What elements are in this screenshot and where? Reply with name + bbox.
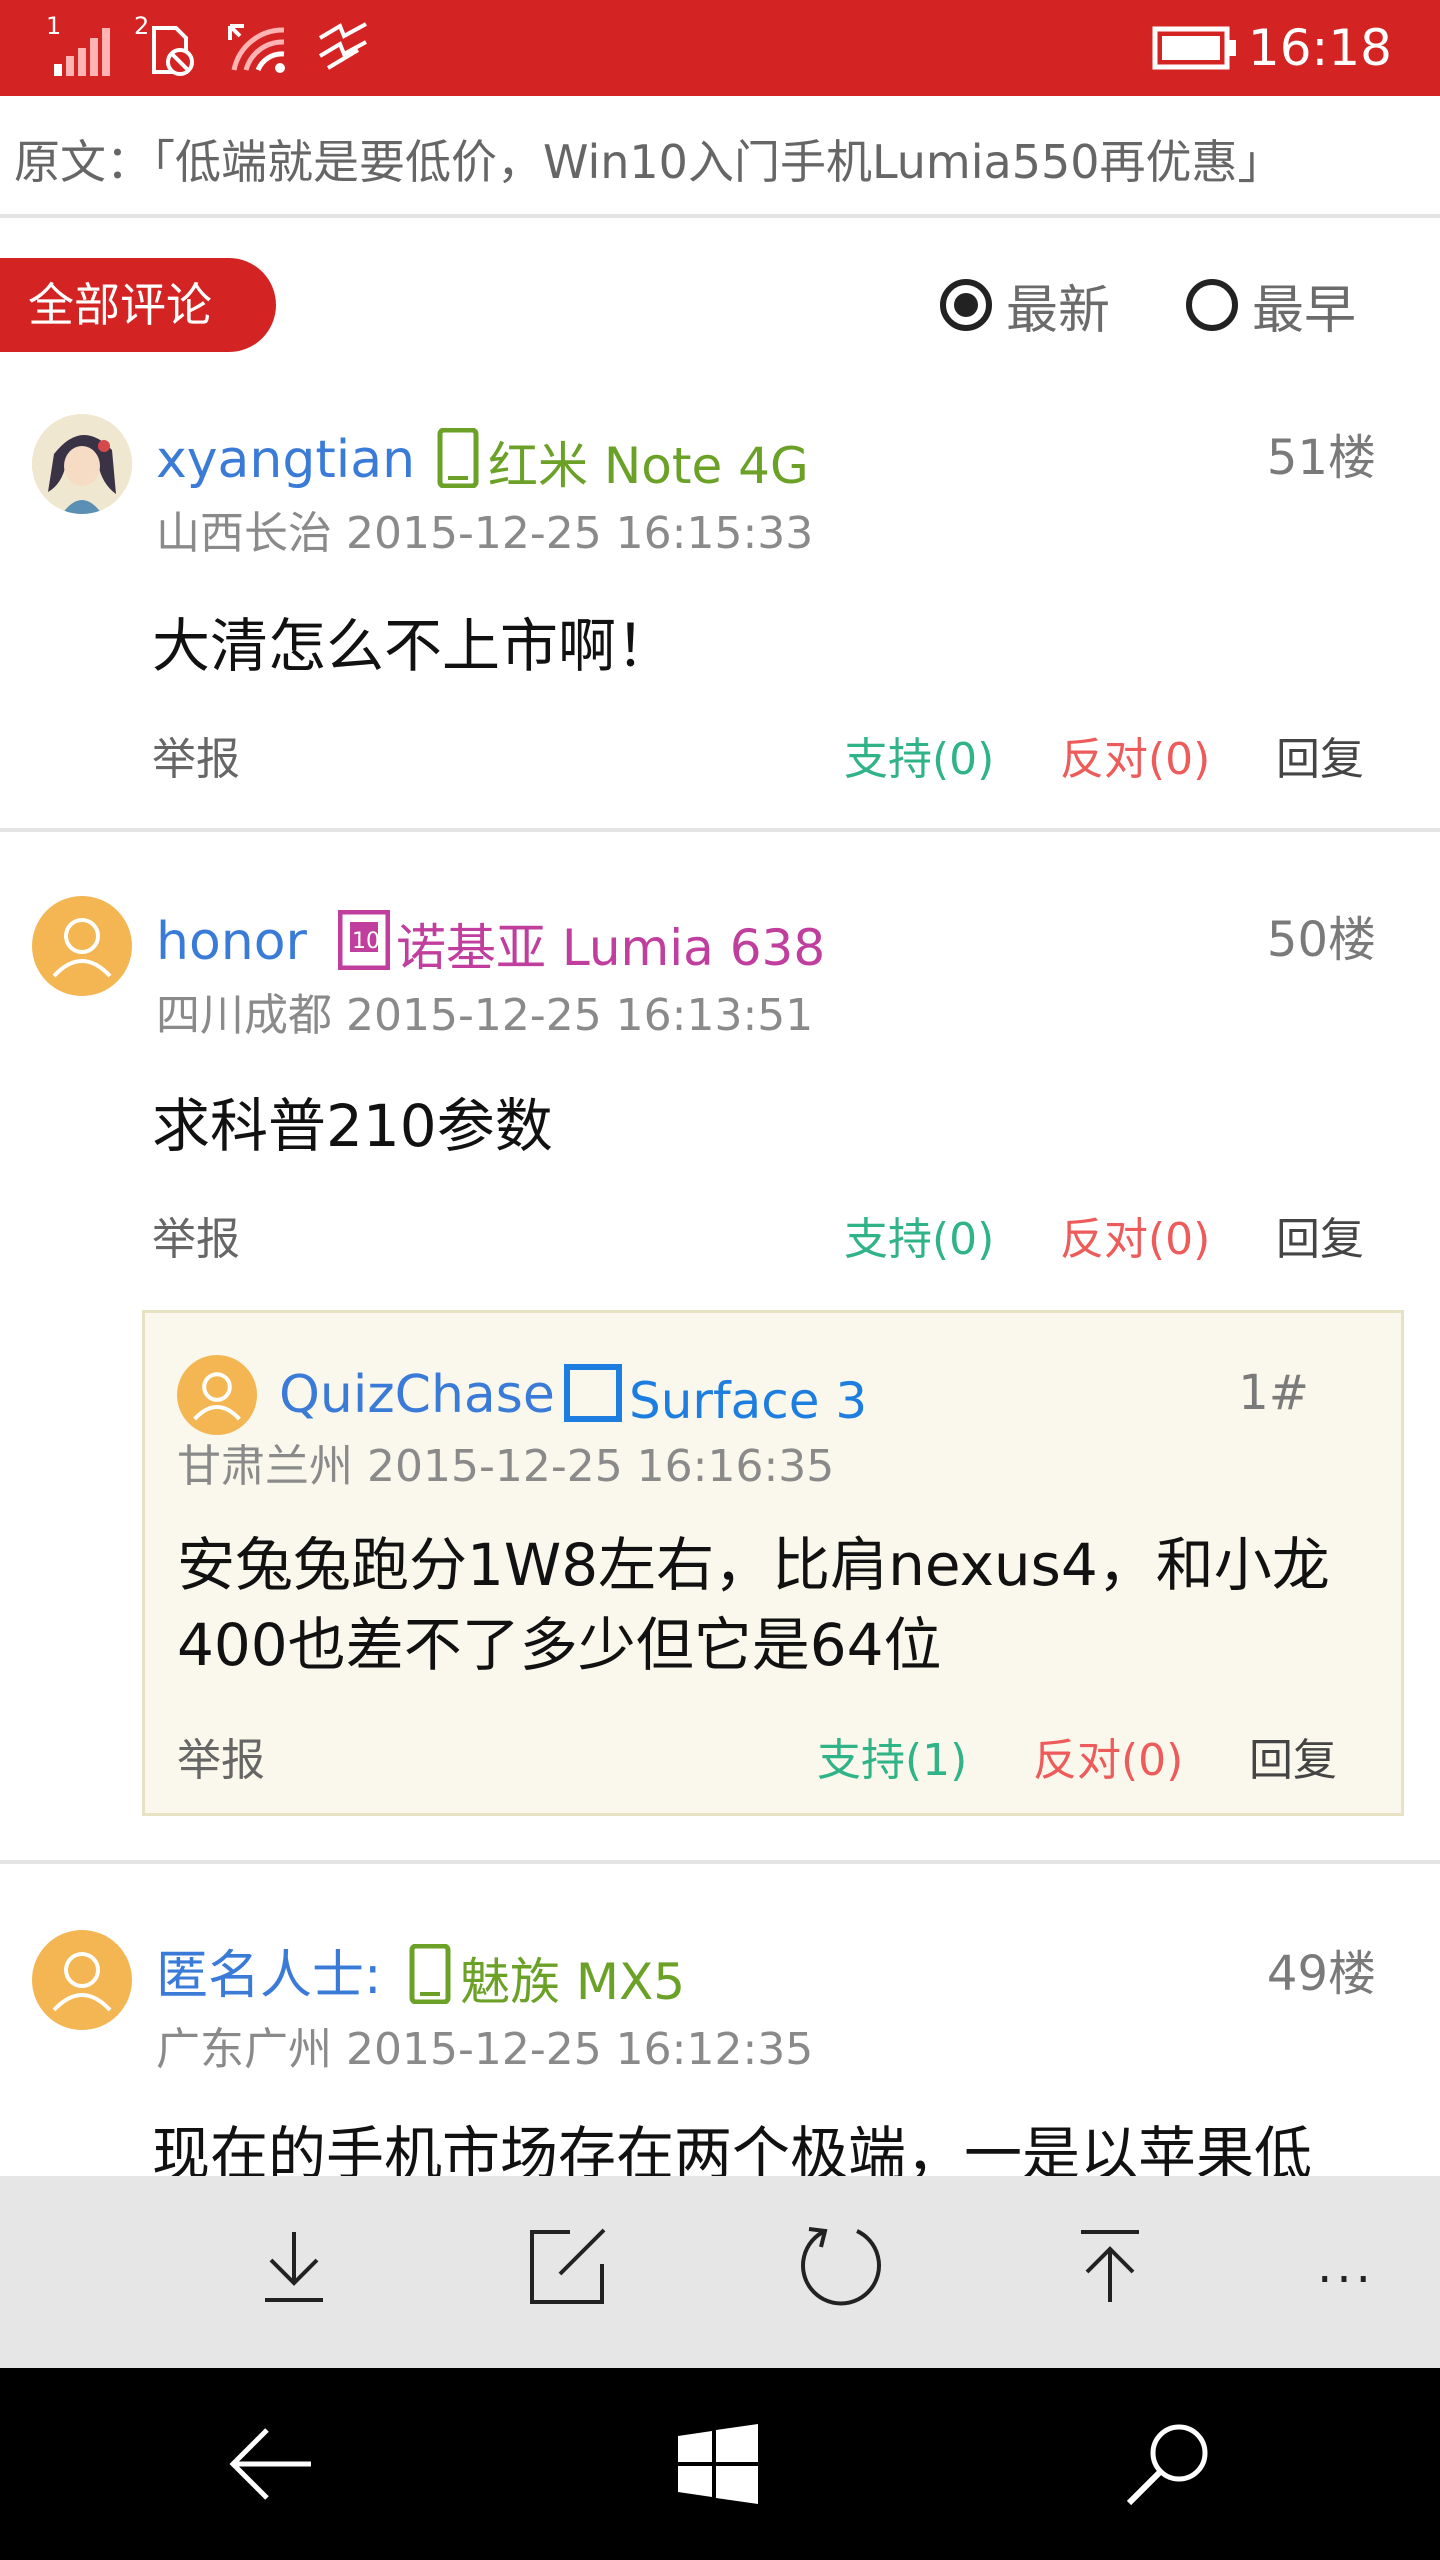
avatar[interactable] [177,1355,257,1435]
avatar[interactable] [32,1930,132,2030]
divider [0,828,1440,832]
comment-location-time: 广东广州 2015-12-25 16:12:35 [156,2024,814,2075]
windows-phone-icon: 10 [337,909,391,985]
support-button[interactable]: 支持(1) [817,1731,967,1791]
support-button[interactable]: 支持(0) [844,730,994,790]
sort-newest-radio[interactable]: 最新 [940,270,1111,341]
reply-floor-number: 1# [1238,1365,1309,1421]
comment-text: 求科普210参数 [152,1092,553,1160]
reply-text-line: 安兔兔跑分1W8左右，比肩nexus4，和小龙 [177,1531,1330,1599]
avatar[interactable] [32,414,132,514]
report-button[interactable]: 举报 [152,730,240,790]
download-icon[interactable] [244,2216,344,2316]
avatar[interactable] [32,896,132,996]
oppose-button[interactable]: 反对(0) [1060,1210,1210,1270]
device-label: 10 诺基亚 Lumia 638 [337,909,826,985]
battery-icon [1152,26,1238,74]
reply-button[interactable]: 回复 [1276,1210,1364,1270]
wifi-icon [222,12,292,82]
sort-newest-label: 最新 [1006,280,1111,341]
status-time: 16:18 [1247,19,1392,77]
reply-username[interactable]: QuizChase [279,1363,555,1427]
svg-text:2: 2 [134,12,149,40]
refresh-icon[interactable] [790,2216,890,2316]
report-button[interactable]: 举报 [152,1210,240,1270]
device-name: 红米 Note 4G [488,436,809,495]
reply-item: QuizChase Surface 3 1# 甘肃兰州 2015-12-25 1… [142,1310,1404,1816]
phone-icon [406,1943,454,2019]
sort-oldest-label: 最早 [1252,280,1357,341]
comment-username[interactable]: honor [156,910,307,974]
search-icon[interactable] [1118,2414,1218,2514]
tablet-icon [563,1363,623,1438]
comment-text: 大清怎么不上市啊！ [152,612,675,680]
reply-button[interactable]: 回复 [1276,730,1364,790]
support-button[interactable]: 支持(0) [844,1210,994,1270]
scroll-top-icon[interactable] [1060,2216,1160,2316]
article-source-link[interactable]: 原文：「低端就是要低价，Win10入门手机Lumia550再优惠」 [14,130,1424,194]
tab-all-comments[interactable]: 全部评论 [0,258,276,352]
comment-location-time: 山西长治 2015-12-25 16:15:33 [156,508,814,559]
comment-location-time: 四川成都 2015-12-25 16:13:51 [156,990,814,1041]
reply-button[interactable]: 回复 [1249,1731,1337,1791]
oppose-button[interactable]: 反对(0) [1033,1731,1183,1791]
comment-username[interactable]: xyangtian [156,428,415,492]
windows-start-icon[interactable] [668,2414,768,2514]
svg-text:1: 1 [46,12,61,40]
radio-selected-icon [940,279,992,331]
floor-number: 51楼 [1266,430,1376,486]
oppose-button[interactable]: 反对(0) [1060,730,1210,790]
floor-number: 50楼 [1266,912,1376,968]
device-name: Surface 3 [629,1371,868,1430]
comment-username[interactable]: 匿名人士: [156,1944,382,2008]
sort-oldest-radio[interactable]: 最早 [1186,270,1357,341]
report-button[interactable]: 举报 [177,1731,265,1791]
app-bar: ... [0,2176,1440,2368]
system-nav-bar [0,2368,1440,2560]
floor-number: 49楼 [1266,1946,1376,2002]
signal-bars-icon: 1 [46,12,116,82]
more-button[interactable]: ... [1296,2216,1396,2316]
reply-location-time: 甘肃兰州 2015-12-25 16:16:35 [177,1441,835,1492]
device-label: 魅族 MX5 [406,1943,686,2019]
radio-unselected-icon [1186,279,1238,331]
device-name: 魅族 MX5 [460,1952,686,2011]
device-label: Surface 3 [563,1363,867,1438]
sim2-no-service-icon: 2 [134,12,204,82]
reply-text-line: 400也差不了多少但它是64位 [177,1611,942,1679]
compose-icon[interactable] [518,2216,618,2316]
device-label: 红米 Note 4G [434,427,809,503]
svg-text:10: 10 [352,929,380,954]
divider [0,1860,1440,1864]
device-name: 诺基亚 Lumia 638 [396,918,826,977]
data-sense-icon [314,12,374,82]
back-icon[interactable] [222,2414,322,2514]
phone-icon [434,427,482,503]
divider [0,214,1440,218]
status-bar: 1 2 16:18 [0,0,1440,96]
